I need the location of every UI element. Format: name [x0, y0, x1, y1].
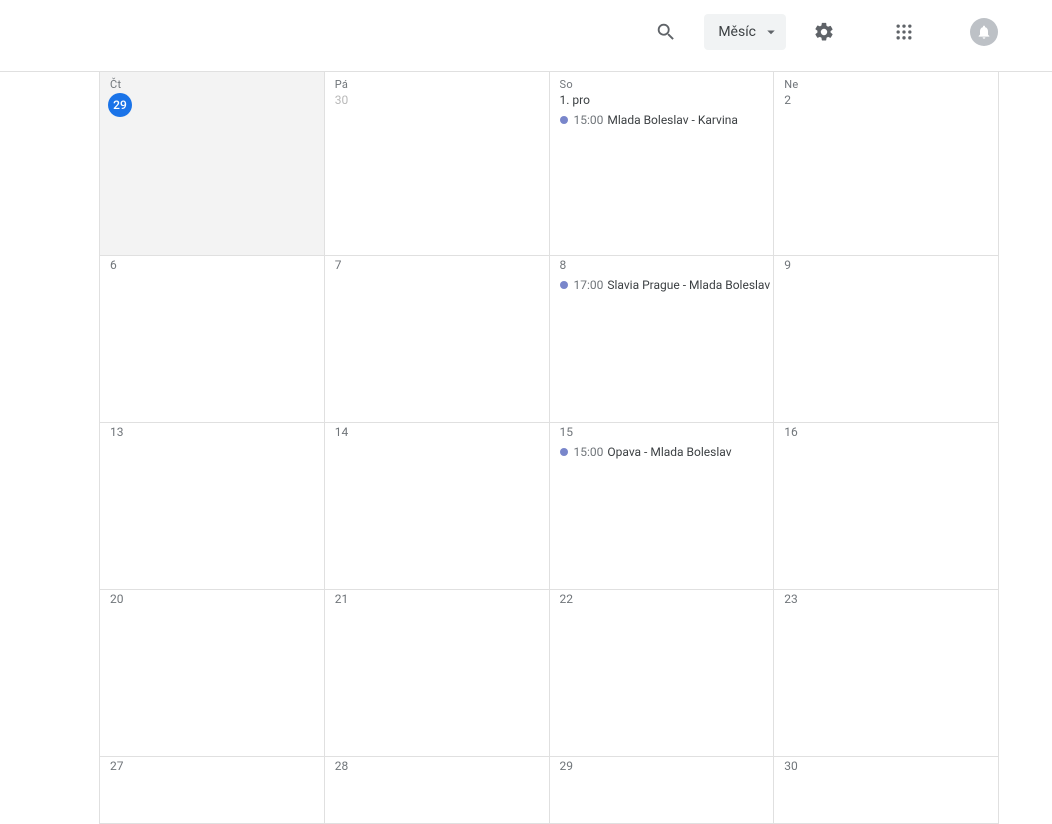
calendar-cell[interactable]: Pá30 — [324, 72, 549, 255]
search-icon — [655, 21, 677, 43]
day-of-week-label: Ne — [774, 72, 998, 91]
calendar-row: 67817:00Slavia Prague - Mlada Boleslav9 — [100, 255, 999, 422]
chevron-down-icon — [762, 23, 780, 41]
calendar-cell[interactable]: 27 — [100, 756, 325, 823]
calendar-cell[interactable]: Čt 29 — [100, 72, 325, 255]
day-number: 29 — [100, 91, 324, 121]
event-dot-icon — [560, 448, 568, 456]
calendar-cell[interactable]: 13 — [100, 422, 325, 589]
event-title: Slavia Prague - Mlada Boleslav — [607, 278, 770, 292]
settings-button[interactable] — [804, 12, 844, 52]
event-title: Opava - Mlada Boleslav — [607, 445, 731, 459]
calendar-cell[interactable]: 9 — [774, 255, 999, 422]
apps-button[interactable] — [884, 12, 924, 52]
today-badge: 29 — [108, 93, 132, 117]
event-title: Mlada Boleslav - Karvina — [607, 113, 738, 127]
header: Měsíc — [0, 0, 1052, 64]
day-number: 27 — [100, 757, 324, 777]
day-of-week-label: Pá — [325, 72, 549, 91]
day-number: 7 — [325, 256, 549, 276]
day-number: 13 — [100, 423, 324, 443]
notifications-button[interactable] — [964, 12, 1004, 52]
event-dot-icon — [560, 281, 568, 289]
event-dot-icon — [560, 116, 568, 124]
search-button[interactable] — [646, 12, 686, 52]
event-time: 15:00 — [574, 113, 604, 127]
calendar-event[interactable]: 15:00Mlada Boleslav - Karvina — [550, 111, 774, 127]
view-selector-label: Měsíc — [718, 24, 756, 40]
calendar-row: 27282930 — [100, 756, 999, 823]
calendar-cell[interactable]: 7 — [324, 255, 549, 422]
calendar-cell[interactable]: So1. pro15:00Mlada Boleslav - Karvina — [549, 72, 774, 255]
calendar-cell[interactable]: 23 — [774, 589, 999, 756]
calendar-cell[interactable]: Ne2 — [774, 72, 999, 255]
day-number: 30 — [774, 757, 998, 777]
day-number: 9 — [774, 256, 998, 276]
calendar-row: 20212223 — [100, 589, 999, 756]
day-number: 21 — [325, 590, 549, 610]
day-number: 30 — [325, 91, 549, 111]
calendar-cell[interactable]: 14 — [324, 422, 549, 589]
calendar-cell[interactable]: 1515:00Opava - Mlada Boleslav — [549, 422, 774, 589]
calendar-cell[interactable]: 30 — [774, 756, 999, 823]
day-number: 8 — [550, 256, 774, 276]
day-number: 1. pro — [550, 91, 774, 111]
calendar-event[interactable]: 15:00Opava - Mlada Boleslav — [550, 443, 774, 459]
calendar-row: Čt29Pá30So1. pro15:00Mlada Boleslav - Ka… — [100, 72, 999, 255]
calendar-cell[interactable]: 29 — [549, 756, 774, 823]
day-number: 29 — [550, 757, 774, 777]
day-number: 15 — [550, 423, 774, 443]
day-number: 20 — [100, 590, 324, 610]
calendar-cell[interactable]: 16 — [774, 422, 999, 589]
calendar-cell[interactable]: 817:00Slavia Prague - Mlada Boleslav — [549, 255, 774, 422]
day-of-week-label: Čt — [100, 72, 324, 91]
day-number: 28 — [325, 757, 549, 777]
gear-icon — [813, 21, 835, 43]
calendar-table: Čt29Pá30So1. pro15:00Mlada Boleslav - Ka… — [99, 72, 999, 824]
calendar-cell[interactable]: 20 — [100, 589, 325, 756]
day-number: 23 — [774, 590, 998, 610]
bell-icon — [976, 24, 992, 40]
calendar-cell[interactable]: 6 — [100, 255, 325, 422]
calendar-cell[interactable]: 28 — [324, 756, 549, 823]
calendar-event[interactable]: 17:00Slavia Prague - Mlada Boleslav — [550, 276, 774, 292]
day-number: 14 — [325, 423, 549, 443]
apps-icon — [894, 22, 914, 42]
event-time: 15:00 — [574, 445, 604, 459]
day-of-week-label: So — [550, 72, 774, 91]
view-selector[interactable]: Měsíc — [704, 14, 786, 50]
day-number: 6 — [100, 256, 324, 276]
calendar-cell[interactable]: 22 — [549, 589, 774, 756]
day-number: 16 — [774, 423, 998, 443]
calendar-cell[interactable]: 21 — [324, 589, 549, 756]
event-time: 17:00 — [574, 278, 604, 292]
calendar-grid: Čt29Pá30So1. pro15:00Mlada Boleslav - Ka… — [0, 71, 1052, 824]
day-number: 2 — [774, 91, 998, 111]
day-number: 22 — [550, 590, 774, 610]
calendar-row: 13141515:00Opava - Mlada Boleslav16 — [100, 422, 999, 589]
